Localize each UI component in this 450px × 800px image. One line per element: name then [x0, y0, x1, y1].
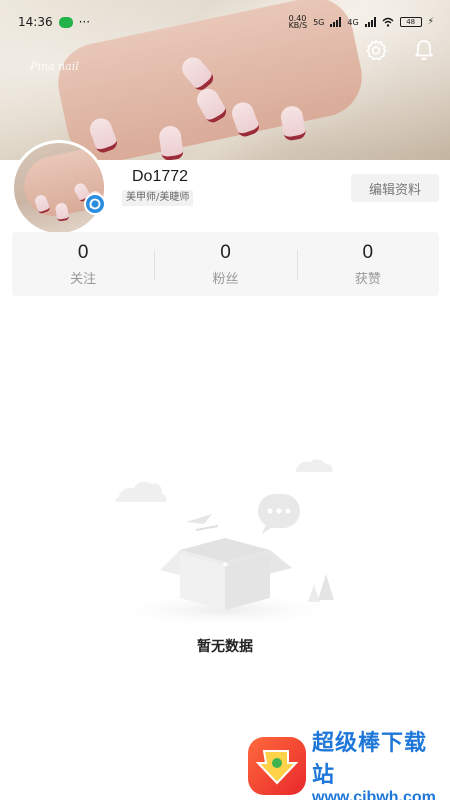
battery-level: 48	[406, 18, 416, 26]
status-time: 14:36	[18, 15, 53, 29]
stat-followers-label: 粉丝	[212, 271, 239, 287]
watermark-title: 超级棒下载站	[312, 731, 428, 788]
tree-icon	[318, 574, 334, 600]
stat-likes-label: 获赞	[354, 271, 381, 287]
cover-script-text: Pina nail	[30, 60, 79, 73]
watermark-logo-icon	[248, 737, 306, 795]
stat-likes[interactable]: 0 获赞	[296, 232, 439, 296]
status-more-dots: ···	[78, 15, 91, 29]
stat-followers-value: 0	[220, 241, 231, 263]
empty-box-illustration	[105, 459, 345, 628]
verified-badge	[84, 193, 106, 215]
watermark-url: www.cjbwh.com	[312, 789, 436, 800]
notifications-button[interactable]	[410, 36, 438, 64]
settings-button[interactable]	[362, 36, 390, 64]
signal-strength-icon	[330, 17, 342, 27]
site-watermark: 超级棒下载站 www.cjbwh.com	[248, 731, 448, 800]
stat-following-label: 关注	[70, 271, 97, 287]
edit-profile-button[interactable]: 编辑资料	[351, 174, 439, 202]
charging-icon: ⚡	[427, 17, 434, 27]
avatar[interactable]	[11, 140, 107, 236]
role-tag: 美甲师/美睫师	[122, 190, 194, 206]
stat-following-value: 0	[77, 241, 89, 263]
stats-panel: 0 关注 0 粉丝 0 获赞	[12, 232, 439, 296]
paper-icon	[186, 514, 212, 524]
wifi-icon	[382, 17, 394, 27]
sim1-label: 5G	[313, 17, 325, 27]
stat-likes-value: 0	[362, 241, 374, 263]
empty-state-text: 暂无数据	[197, 639, 253, 655]
stat-followers[interactable]: 0 粉丝	[154, 232, 296, 296]
stat-following[interactable]: 0 关注	[12, 232, 154, 296]
cloud-icon	[115, 481, 167, 502]
battery-icon: 48	[399, 17, 422, 27]
username: Do1772	[132, 168, 189, 185]
cloud-icon	[296, 459, 333, 472]
sim2-label: 4G	[347, 17, 359, 27]
gear-icon	[366, 39, 387, 61]
wechat-notification-icon	[58, 16, 73, 28]
signal-strength-icon	[364, 17, 376, 27]
verified-badge-icon	[89, 198, 101, 210]
network-speed: 0.40 KB/S	[288, 14, 308, 30]
status-bar: 14:36 ··· 0.40 KB/S 5G 4G 48 ⚡	[0, 0, 450, 34]
bell-icon	[415, 40, 433, 61]
tree-icon	[308, 584, 320, 602]
